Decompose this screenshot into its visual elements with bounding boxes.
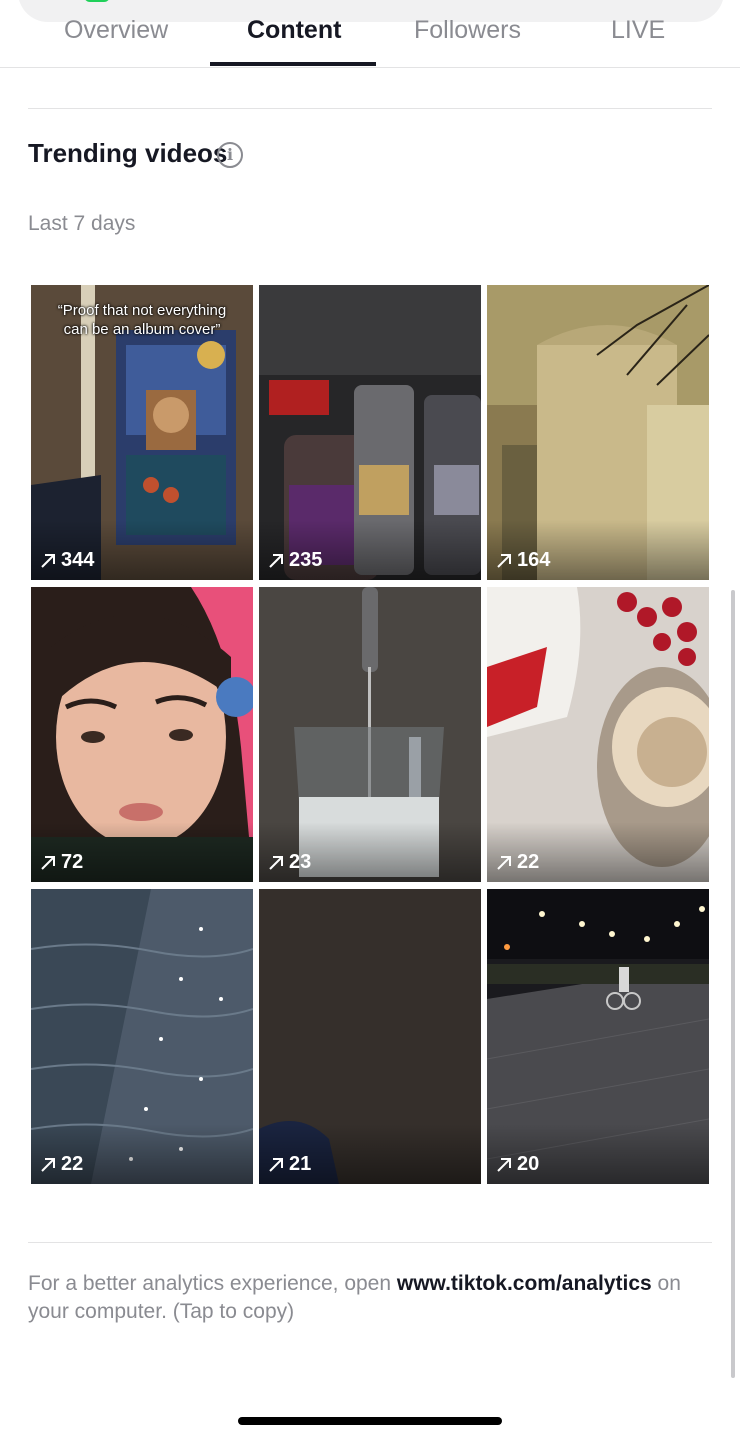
video-thumbnail[interactable]: 72 [31,587,253,882]
view-count: 72 [39,851,83,874]
tab-followers[interactable]: Followers [414,16,521,45]
hint-text-prefix: For a better analytics experience, open [28,1272,397,1295]
home-indicator[interactable] [238,1417,502,1425]
view-count-value: 164 [517,549,551,571]
trending-arrow-icon [497,553,511,568]
view-count: 22 [495,851,539,874]
trending-arrow-icon [41,1157,55,1172]
tab-content[interactable]: Content [247,16,341,45]
video-thumbnail[interactable]: 22 [487,587,709,882]
tab-overview[interactable]: Overview [64,16,168,45]
info-icon[interactable]: i [217,142,243,168]
active-tab-indicator [210,62,376,66]
view-count: 344 [39,549,94,572]
video-caption: “Proof that not everything can be an alb… [57,302,227,338]
footer-divider [28,1242,712,1243]
video-thumbnail[interactable]: 23 [259,587,481,882]
view-count-value: 21 [289,1153,312,1175]
view-count: 235 [267,549,322,572]
section-divider [28,108,712,109]
scrollbar[interactable] [731,590,735,1378]
video-thumbnail[interactable]: 20 [487,889,709,1184]
view-count-value: 23 [289,851,312,873]
view-count-value: 235 [289,549,323,571]
trending-arrow-icon [497,855,511,870]
trending-arrow-icon [269,553,283,568]
view-count-value: 20 [517,1153,540,1175]
analytics-link[interactable]: www.tiktok.com/analytics [397,1272,652,1295]
analytics-tab-bar: Overview Content Followers LIVE [0,0,740,68]
view-count-value: 344 [61,549,95,571]
view-count: 21 [267,1153,311,1176]
trending-arrow-icon [269,855,283,870]
trending-arrow-icon [269,1157,283,1172]
trending-arrow-icon [41,553,55,568]
view-count: 20 [495,1153,539,1176]
view-count: 23 [267,851,311,874]
video-thumbnail[interactable]: 164 [487,285,709,580]
view-count: 22 [39,1153,83,1176]
video-thumbnail[interactable]: “Proof that not everything can be an alb… [31,285,253,580]
trending-arrow-icon [41,855,55,870]
tab-live[interactable]: LIVE [611,16,665,45]
view-count-value: 72 [61,851,84,873]
video-thumbnail[interactable]: 21 [259,889,481,1184]
view-count-value: 22 [61,1153,84,1175]
view-count: 164 [495,549,550,572]
trending-arrow-icon [497,1157,511,1172]
video-thumbnail[interactable]: 235 [259,285,481,580]
analytics-hint[interactable]: For a better analytics experience, open … [28,1270,712,1326]
section-title: Trending videos [28,138,228,168]
view-count-value: 22 [517,851,540,873]
video-thumbnail[interactable]: 22 [31,889,253,1184]
period-label: Last 7 days [28,212,136,235]
